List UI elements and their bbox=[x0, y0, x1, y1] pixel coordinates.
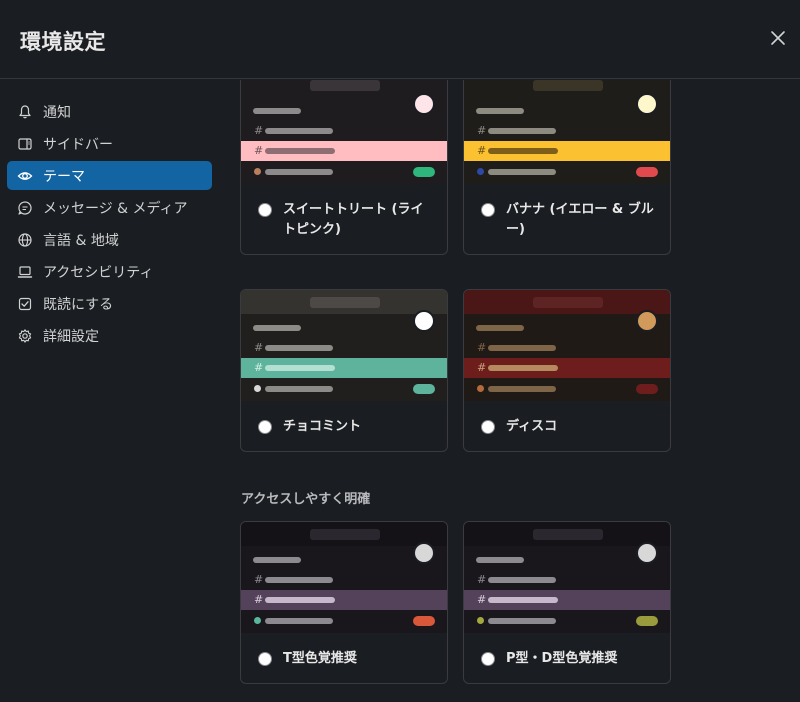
theme-name: スイートトリート (ライトピンク) bbox=[283, 202, 424, 237]
eye-icon bbox=[17, 168, 33, 184]
sidebar-item-advanced[interactable]: 詳細設定 bbox=[7, 321, 212, 350]
bell-icon bbox=[17, 104, 33, 120]
theme-preview: # # bbox=[241, 80, 447, 184]
theme-preview: # # bbox=[241, 290, 447, 401]
theme-card-banana[interactable]: # # バナナ (イエロー & ブルー) bbox=[463, 80, 671, 255]
sidebar-item-label: アクセシビリティ bbox=[43, 264, 154, 281]
checkbox-icon bbox=[17, 296, 33, 312]
globe-icon bbox=[17, 232, 33, 248]
theme-preview: # # bbox=[464, 80, 670, 184]
theme-radio[interactable] bbox=[258, 420, 272, 434]
theme-name: P型・D型色覚推奨 bbox=[506, 651, 618, 666]
sidebar-item-themes[interactable]: テーマ bbox=[7, 161, 212, 190]
theme-name: チョコミント bbox=[283, 419, 362, 434]
theme-radio[interactable] bbox=[481, 652, 495, 666]
sidebar-item-label: 言語 & 地域 bbox=[43, 232, 119, 249]
theme-card-disco[interactable]: # # ディスコ bbox=[463, 289, 671, 452]
theme-radio[interactable] bbox=[258, 203, 272, 217]
theme-radio[interactable] bbox=[481, 420, 495, 434]
sidebar-item-label: テーマ bbox=[43, 168, 85, 185]
sidebar-item-messages-media[interactable]: メッセージ & メディア bbox=[7, 193, 212, 222]
close-icon bbox=[771, 31, 785, 45]
message-icon bbox=[17, 200, 33, 216]
close-button[interactable] bbox=[764, 24, 792, 52]
sidebar-icon bbox=[17, 136, 33, 152]
theme-card-sweet-treat[interactable]: # # スイートトリート (ライトピンク) bbox=[240, 80, 448, 255]
sidebar-item-mark-as-read[interactable]: 既読にする bbox=[7, 289, 212, 318]
sidebar-item-label: サイドバー bbox=[43, 136, 113, 153]
theme-name: ディスコ bbox=[506, 419, 558, 434]
section-heading-accessible: アクセスしやすく明確 bbox=[241, 492, 371, 507]
sidebar-item-label: 既読にする bbox=[43, 296, 114, 313]
theme-radio[interactable] bbox=[258, 652, 272, 666]
theme-name: バナナ (イエロー & ブルー) bbox=[506, 202, 654, 237]
sidebar-item-notifications[interactable]: 通知 bbox=[7, 97, 212, 126]
theme-preview: # # bbox=[241, 522, 447, 633]
theme-preview: # # bbox=[464, 522, 670, 633]
laptop-icon bbox=[17, 264, 33, 280]
sidebar-item-label: 詳細設定 bbox=[43, 328, 99, 345]
theme-card-protan-deutan[interactable]: # # P型・D型色覚推奨 bbox=[463, 521, 671, 684]
sidebar-item-label: 通知 bbox=[43, 104, 71, 121]
sidebar-item-language-region[interactable]: 言語 & 地域 bbox=[7, 225, 212, 254]
modal-title: 環境設定 bbox=[20, 30, 106, 54]
theme-card-choco-mint[interactable]: # # チョコミント bbox=[240, 289, 448, 452]
themes-content: # # スイートトリート (ライトピンク) # # バナナ (イエロー & ブル… bbox=[225, 80, 800, 702]
modal-header: 環境設定 bbox=[0, 0, 800, 79]
theme-radio[interactable] bbox=[481, 203, 495, 217]
gear-icon bbox=[17, 328, 33, 344]
sidebar-item-sidebar[interactable]: サイドバー bbox=[7, 129, 212, 158]
theme-card-tritanopia[interactable]: # # T型色覚推奨 bbox=[240, 521, 448, 684]
sidebar-item-label: メッセージ & メディア bbox=[43, 200, 188, 217]
theme-preview: # # bbox=[464, 290, 670, 401]
sidebar-item-accessibility[interactable]: アクセシビリティ bbox=[7, 257, 212, 286]
theme-name: T型色覚推奨 bbox=[283, 651, 357, 666]
